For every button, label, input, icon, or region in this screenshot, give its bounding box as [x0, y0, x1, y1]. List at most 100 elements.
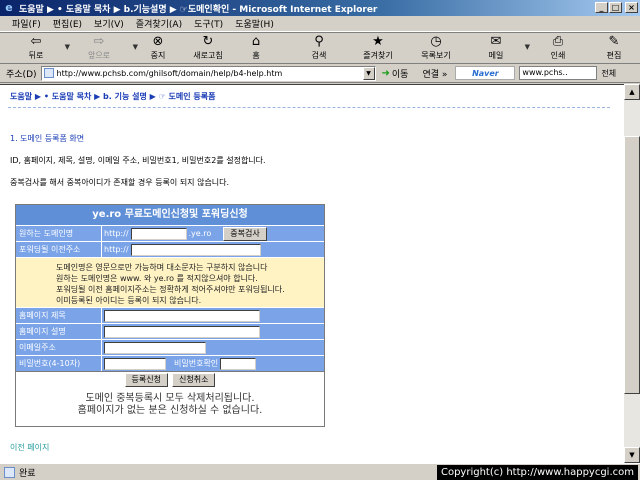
description-line-2: 중복검사를 해서 중복아이디가 존재할 경우 등록이 되지 않습니다. — [10, 178, 230, 187]
forward-label: 포워딩될 이전주소 — [16, 242, 102, 257]
domain-row: 원하는 도메인명 http:// .ye.ro 중복검사 — [16, 225, 324, 241]
notice-line: 이미등록된 아이디는 등록이 되지 않습니다. — [56, 296, 202, 305]
favorites-button[interactable]: ★ 즐겨찾기 — [350, 33, 406, 63]
edit-button[interactable]: ✎ 편집 ▼ — [592, 33, 636, 63]
mail-dropdown-icon[interactable]: ▼ — [525, 43, 530, 51]
home-icon: ⌂ — [251, 34, 261, 49]
breadcrumb-current: ☞ 도메인 등록폼 — [158, 92, 216, 101]
breadcrumb: 도움말 ▶ • 도움말 목차 ▶ b. 기능 설명 ▶ ☞ 도메인 등록폼 — [10, 91, 215, 102]
window-title: 도움말 ▶ • 도움말 목차 ▶ b.기능설명 ▶ ☞도메인확인 - Micro… — [19, 4, 378, 15]
submit-button[interactable]: 등록신청 — [124, 372, 168, 387]
email-label: 이메일주소 — [16, 340, 102, 355]
password-label: 비밀번호(4-10자) — [16, 356, 102, 371]
history-icon: ◷ — [430, 34, 442, 49]
homepage-desc-label: 홈페이지 설명 — [16, 324, 102, 339]
domain-form: ye.ro 무료도메인신청및 포워딩신청 원하는 도메인명 http:// .y… — [15, 204, 325, 427]
notice-line: 원하는 도메인명은 www. 와 ye.ro 를 적지않으셔야 합니다. — [56, 274, 258, 283]
printer-icon: ⎙ — [552, 34, 564, 49]
back-arrow-icon: ⇦ — [30, 34, 42, 49]
menu-edit[interactable]: 편집(E) — [53, 17, 82, 30]
history-button[interactable]: ◷ 목록보기 — [406, 33, 466, 63]
vertical-scrollbar[interactable]: ▲ ▼ — [624, 84, 640, 463]
go-button[interactable]: ➜ 이동 — [382, 67, 409, 80]
menu-file[interactable]: 파일(F) — [12, 17, 41, 30]
maximize-button[interactable]: □ — [609, 2, 622, 13]
breadcrumb-arrow-icon: ▶ — [149, 92, 159, 101]
search-icon: ⚲ — [314, 34, 324, 49]
print-button[interactable]: ⎙ 인쇄 — [532, 33, 584, 63]
close-button[interactable]: × — [625, 2, 638, 13]
divider — [8, 107, 610, 108]
stop-icon: ⊗ — [152, 34, 164, 49]
menu-tools[interactable]: 도구(T) — [194, 17, 223, 30]
forward-http-prefix: http:// — [104, 245, 129, 254]
notice-line: 포워딩될 이전 홈페이지주소는 정확하게 적어주셔야만 포워딩됩니다. — [56, 285, 285, 294]
description-line-1: ID, 홈페이지, 제목, 설명, 이메일 주소, 비밀번호1, 비밀번호2를 … — [10, 156, 266, 165]
menu-favorites[interactable]: 즐겨찾기(A) — [136, 17, 182, 30]
title-bar: e 도움말 ▶ • 도움말 목차 ▶ b.기능설명 ▶ ☞도메인확인 - Mic… — [0, 0, 640, 16]
refresh-button[interactable]: ↻ 새로고침 — [180, 33, 236, 63]
toolbar-search-input[interactable]: www.pchs.. — [519, 66, 598, 80]
address-input[interactable]: http://www.pchsb.com/ghilsoft/domain/hel… — [40, 65, 376, 81]
links-button[interactable]: 연결 » — [422, 67, 447, 80]
password-confirm-input[interactable] — [220, 357, 257, 370]
scroll-down-icon[interactable]: ▼ — [624, 447, 640, 463]
domain-http-prefix: http:// — [104, 229, 129, 238]
domain-input[interactable] — [130, 227, 187, 240]
page-icon — [43, 68, 54, 78]
ie-logo-icon: e — [5, 1, 13, 14]
status-bar: 완료 Copyright(c) http://www.happycgi.com — [0, 463, 640, 480]
address-dropdown-icon[interactable]: ▼ — [362, 66, 375, 80]
homepage-desc-input[interactable] — [104, 325, 260, 338]
page-done-icon — [4, 466, 15, 478]
domain-suffix: .ye.ro — [188, 229, 212, 238]
search-scope-label[interactable]: 전체 — [601, 68, 616, 79]
address-bar: 주소(D) http://www.pchsb.com/ghilsoft/doma… — [0, 64, 640, 83]
minimize-button[interactable]: _ — [595, 2, 608, 13]
scroll-up-icon[interactable]: ▲ — [624, 84, 640, 100]
previous-page-link[interactable]: 이전 페이지 — [10, 442, 49, 453]
forward-button[interactable]: ⇨ 앞으로 ▼ — [72, 33, 138, 63]
favorites-icon: ★ — [372, 34, 384, 49]
mail-icon: ✉ — [490, 34, 502, 49]
refresh-icon: ↻ — [202, 34, 214, 49]
cancel-button[interactable]: 신청취소 — [172, 372, 216, 387]
section-heading: 1. 도메인 등록폼 화면 — [10, 134, 85, 143]
bottom-note-line-2: 홈페이지가 없는 분은 신청하실 수 없습니다. — [77, 405, 263, 416]
homepage-title-label: 홈페이지 제목 — [16, 308, 102, 323]
forward-arrow-icon: ⇨ — [93, 34, 105, 49]
email-input[interactable] — [104, 341, 206, 354]
notice-box: 도메인명은 영문으로만 가능하며 대소문자는 구분하지 않습니다 원하는 도메인… — [16, 257, 324, 307]
breadcrumb-arrow-icon: ▶ — [94, 92, 104, 101]
address-url: http://www.pchsb.com/ghilsoft/domain/hel… — [56, 68, 283, 78]
homepage-title-input[interactable] — [104, 309, 260, 322]
menu-bar: 파일(F) 편집(E) 보기(V) 즐겨찾기(A) 도구(T) 도움말(H) — [0, 16, 640, 32]
back-button[interactable]: ⇦ 뒤로 ▼ — [14, 33, 70, 63]
duplicate-check-button[interactable]: 중복검사 — [223, 226, 267, 241]
breadcrumb-features[interactable]: b. 기능 설명 — [103, 92, 147, 101]
menu-view[interactable]: 보기(V) — [94, 17, 124, 30]
home-button[interactable]: ⌂ 홈 — [236, 33, 276, 63]
form-buttons: 등록신청 신청취소 — [16, 371, 324, 387]
breadcrumb-toc[interactable]: • 도움말 목차 — [44, 92, 91, 101]
form-title: ye.ro 무료도메인신청및 포워딩신청 — [16, 205, 324, 225]
copyright-text: Copyright(c) http://www.happycgi.com — [436, 465, 638, 480]
domain-label: 원하는 도메인명 — [16, 226, 102, 241]
password-input[interactable] — [104, 357, 166, 370]
page-content: 도움말 ▶ • 도움말 목차 ▶ b. 기능 설명 ▶ ☞ 도메인 등록폼 1.… — [0, 84, 624, 463]
mail-button[interactable]: ✉ 메일 ▼ — [474, 33, 530, 63]
back-dropdown-icon[interactable]: ▼ — [65, 43, 70, 51]
email-row: 이메일주소 — [16, 339, 324, 355]
menu-help[interactable]: 도움말(H) — [235, 17, 274, 30]
forward-row: 포워딩될 이전주소 http:// — [16, 241, 324, 257]
breadcrumb-help[interactable]: 도움말 — [10, 92, 32, 101]
naver-logo[interactable]: Naver — [455, 66, 516, 80]
forward-url-input[interactable] — [130, 243, 261, 256]
password-row: 비밀번호(4-10자) 비밀번호확인 — [16, 355, 324, 371]
scroll-thumb[interactable] — [624, 136, 640, 394]
search-button[interactable]: ⚲ 검색 — [288, 33, 350, 63]
stop-button[interactable]: ⊗ 중지 — [136, 33, 180, 63]
homepage-desc-row: 홈페이지 설명 — [16, 323, 324, 339]
window-controls: _ □ × — [595, 2, 638, 13]
go-arrow-icon: ➜ — [381, 67, 390, 79]
